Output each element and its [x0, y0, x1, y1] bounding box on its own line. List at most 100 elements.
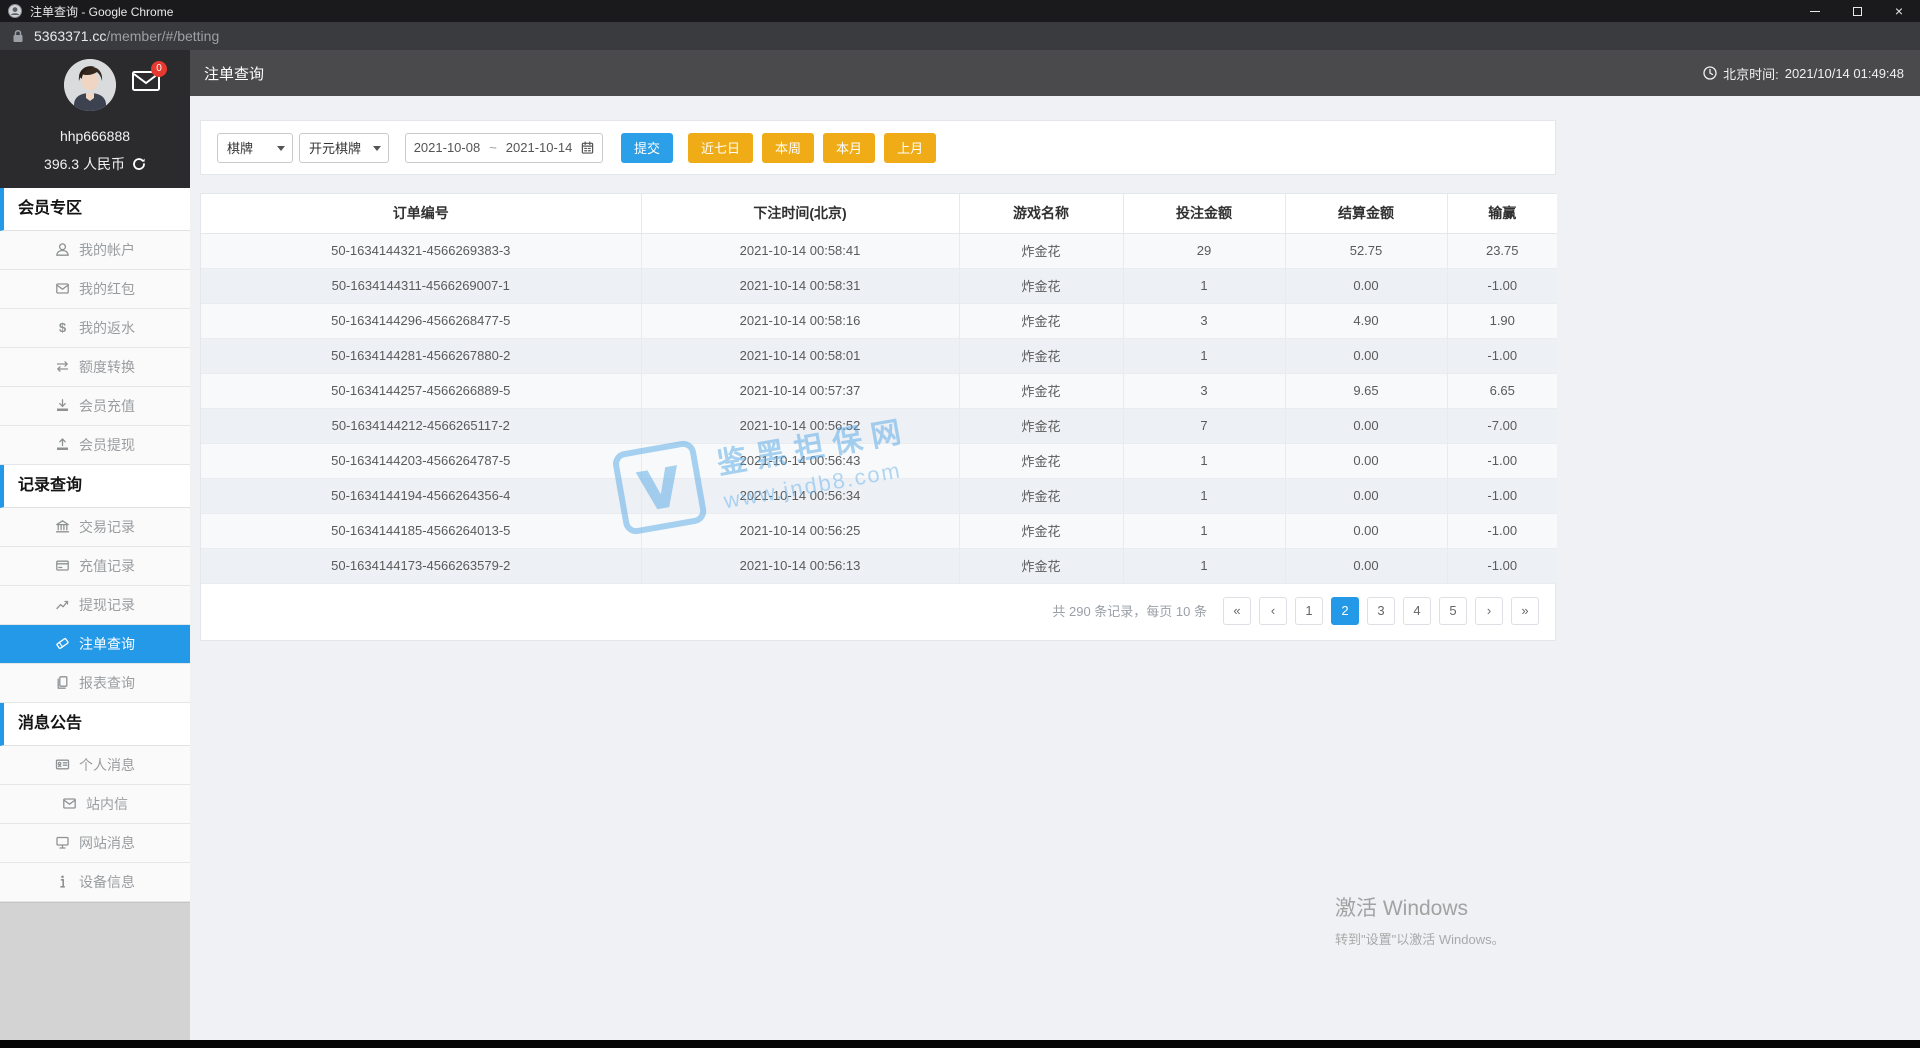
- page-button-2[interactable]: 2: [1331, 596, 1359, 625]
- table-cell: 0.00: [1285, 478, 1448, 514]
- table-cell: 炸金花: [959, 408, 1124, 444]
- vendor-select[interactable]: 开元棋牌: [299, 132, 389, 163]
- sidebar-menu: 会员专区 我的帐户 我的红包 $ 我的返水 额度转换 会员充值 会员提现 记录查询 交易记录 充值记…: [0, 188, 190, 902]
- table-cell: 2021-10-14 00:56:34: [641, 478, 960, 514]
- sidebar-item-recharge-record[interactable]: 充值记录: [0, 547, 190, 586]
- table-row: 50-1634144203-4566264787-5 2021-10-14 00:…: [201, 443, 1557, 479]
- red-packet-icon: [55, 281, 71, 297]
- quick-range-button[interactable]: 本月: [823, 132, 876, 163]
- sidebar-item-label: 报表查询: [79, 675, 135, 691]
- page-button-1[interactable]: 1: [1295, 596, 1323, 625]
- sidebar-item-report[interactable]: 报表查询: [0, 664, 190, 703]
- sidebar-item-label: 站内信: [86, 796, 128, 812]
- table-row: 50-1634144321-4566269383-3 2021-10-14 00:…: [201, 233, 1557, 269]
- table-cell: 50-1634144257-4566266889-5: [201, 373, 642, 409]
- clock-icon: [1703, 66, 1717, 80]
- table-cell: 29: [1123, 233, 1286, 269]
- sidebar-item-withdraw[interactable]: 会员提现: [0, 426, 190, 465]
- sidebar-item-label: 交易记录: [79, 519, 135, 535]
- table-cell: 炸金花: [959, 373, 1124, 409]
- table-cell: 0.00: [1285, 443, 1448, 479]
- chevron-down-icon: [373, 145, 381, 151]
- page-button-5[interactable]: 5: [1439, 596, 1467, 625]
- quick-range-button[interactable]: 上月: [884, 132, 937, 163]
- category-select[interactable]: 棋牌: [217, 132, 293, 163]
- submit-button[interactable]: 提交: [621, 132, 674, 163]
- sidebar-item-deposit[interactable]: 会员充值: [0, 387, 190, 426]
- table-cell: 1.90: [1447, 303, 1557, 339]
- records-summary: 共 290 条记录，每页 10 条: [1052, 604, 1207, 619]
- sidebar-item-label: 个人消息: [79, 757, 135, 773]
- betting-records-table: 订单编号 下注时间(北京) 游戏名称 投注金额 结算金额 输赢 50-1634144321…: [201, 194, 1557, 584]
- table-header-row: 订单编号 下注时间(北京) 游戏名称 投注金额 结算金额 输赢: [201, 194, 1557, 234]
- table-cell: 50-1634144321-4566269383-3: [201, 233, 642, 269]
- personal-message-icon: [55, 757, 71, 773]
- table-cell: 2021-10-14 00:56:25: [641, 513, 960, 549]
- refresh-balance-icon[interactable]: [132, 157, 146, 171]
- device-info-icon: [55, 874, 71, 890]
- table-cell: -1.00: [1447, 338, 1557, 374]
- table-cell: -7.00: [1447, 408, 1557, 444]
- table-cell: 2021-10-14 00:56:52: [641, 408, 960, 444]
- url-bar[interactable]: 5363371.cc/member/#/betting: [0, 22, 1920, 50]
- beijing-time: 北京时间: 2021/10/14 01:49:48: [1703, 64, 1920, 83]
- column-header: 下注时间(北京): [641, 194, 960, 234]
- page-button-4[interactable]: 4: [1403, 596, 1431, 625]
- page-header: 注单查询 北京时间: 2021/10/14 01:49:48: [190, 50, 1920, 96]
- restore-button[interactable]: [1836, 0, 1878, 22]
- first-page-button[interactable]: «: [1223, 596, 1251, 625]
- column-header: 输赢: [1447, 194, 1557, 234]
- sidebar-item-label: 我的返水: [79, 320, 135, 336]
- prev-page-button[interactable]: ‹: [1259, 596, 1287, 625]
- quick-range-button[interactable]: 近七日: [688, 132, 754, 163]
- windows-activation-notice: 激活 Windows 转到"设置"以激活 Windows。: [1335, 892, 1505, 948]
- sidebar-item-inbox[interactable]: 站内信: [0, 785, 190, 824]
- sidebar-item-personal-message[interactable]: 个人消息: [0, 746, 190, 785]
- pagination: 共 290 条记录，每页 10 条 « ‹ 12345 › »: [201, 584, 1555, 640]
- report-icon: [55, 675, 71, 691]
- sidebar-item-transfer[interactable]: 额度转换: [0, 348, 190, 387]
- page-button-3[interactable]: 3: [1367, 596, 1395, 625]
- next-page-button[interactable]: ›: [1475, 596, 1503, 625]
- table-cell: 4.90: [1285, 303, 1448, 339]
- close-button[interactable]: ×: [1878, 0, 1920, 22]
- page-number-buttons: 12345: [1295, 596, 1467, 625]
- table-cell: 1: [1123, 513, 1286, 549]
- sidebar-item-ticket[interactable]: 注单查询: [0, 625, 190, 664]
- sidebar-item-label: 设备信息: [79, 874, 135, 890]
- table-cell: 50-1634144212-4566265117-2: [201, 408, 642, 444]
- sidebar-item-label: 额度转换: [79, 359, 135, 375]
- date-range-picker[interactable]: 2021-10-08 ~ 2021-10-14: [405, 132, 603, 163]
- minimize-button[interactable]: [1794, 0, 1836, 22]
- table-cell: -1.00: [1447, 548, 1557, 584]
- table-cell: -1.00: [1447, 478, 1557, 514]
- table-cell: 0.00: [1285, 548, 1448, 584]
- last-page-button[interactable]: »: [1511, 596, 1539, 625]
- sidebar-item-device-info[interactable]: 设备信息: [0, 863, 190, 902]
- withdraw-record-icon: [55, 597, 71, 613]
- sidebar-item-label: 会员提现: [79, 437, 135, 453]
- avatar: [64, 59, 116, 111]
- user-panel: 0 hhp666888 396.3 人民币: [0, 50, 190, 188]
- table-cell: 0.00: [1285, 338, 1448, 374]
- clock-value: 2021/10/14 01:49:48: [1784, 65, 1904, 81]
- table-cell: -1.00: [1447, 443, 1557, 479]
- table-row: 50-1634144194-4566264356-4 2021-10-14 00:…: [201, 478, 1557, 514]
- sidebar-item-rebate[interactable]: $ 我的返水: [0, 309, 190, 348]
- records-table-card: 订单编号 下注时间(北京) 游戏名称 投注金额 结算金额 输赢 50-1634144321…: [200, 193, 1557, 641]
- quick-range-button[interactable]: 本周: [762, 132, 815, 163]
- sidebar-item-withdraw-record[interactable]: 提现记录: [0, 586, 190, 625]
- date-start: 2021-10-08: [413, 140, 481, 155]
- content-area: 棋牌 开元棋牌 2021-10-08 ~ 2021-10-14 提交 近七日 本…: [190, 96, 1920, 1040]
- sidebar-item-site-message[interactable]: 网站消息: [0, 824, 190, 863]
- table-row: 50-1634144212-4566265117-2 2021-10-14 00:…: [201, 408, 1557, 444]
- sidebar-item-user[interactable]: 我的帐户: [0, 231, 190, 270]
- table-cell: 炸金花: [959, 443, 1124, 479]
- sidebar-item-bank[interactable]: 交易记录: [0, 508, 190, 547]
- table-row: 50-1634144173-4566263579-2 2021-10-14 00:…: [201, 548, 1557, 584]
- column-header: 订单编号: [201, 194, 642, 234]
- table-cell: 1: [1123, 443, 1286, 479]
- activation-title: 激活 Windows: [1335, 897, 1469, 920]
- browser-window: 注单查询 - Google Chrome × 5363371.cc/member…: [0, 0, 1920, 1048]
- sidebar-item-red-packet[interactable]: 我的红包: [0, 270, 190, 309]
